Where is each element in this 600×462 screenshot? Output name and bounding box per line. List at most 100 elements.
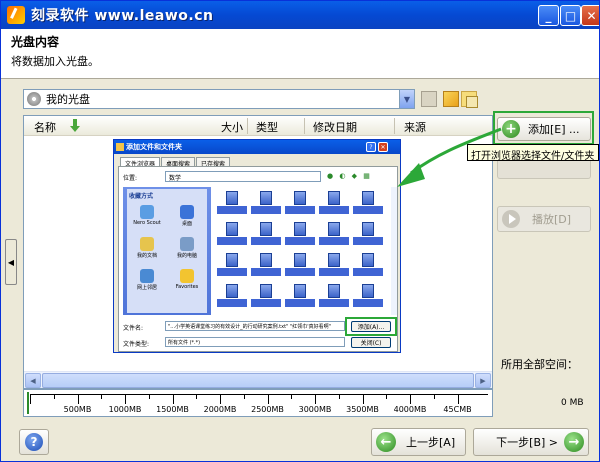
capacity-tick xyxy=(53,395,55,399)
highlight-box xyxy=(493,111,594,145)
dialog-filename-label: 文件名: xyxy=(123,325,144,332)
window-title: 刻录软件 www.leawo.cn xyxy=(31,8,214,24)
dialog-favorites: 收藏方式 Nero Scout 桌面 我的文档 我的电脑 网上邻居 Favori… xyxy=(127,189,207,313)
fav-item: Favorites xyxy=(169,269,205,290)
capacity-tick-label: 4000MB xyxy=(393,405,427,414)
file-thumbnail-icon xyxy=(217,222,247,250)
fav-item: 我的文档 xyxy=(129,237,165,259)
file-thumbnail-icon xyxy=(353,284,383,312)
column-source[interactable]: 来源 xyxy=(404,119,426,135)
capacity-tick xyxy=(315,395,316,404)
main-window: 刻录软件 www.leawo.cn _ □ ✕ 光盘内容 将数据加入光盘。 我的… xyxy=(0,0,600,462)
capacity-start-marker xyxy=(27,392,29,414)
capacity-tick xyxy=(386,395,388,399)
help-icon: ? xyxy=(25,433,43,451)
capacity-tick xyxy=(77,395,79,404)
space-used-value: 0 MB xyxy=(561,398,584,408)
file-thumbnail-icon xyxy=(353,191,383,219)
dialog-file-grid xyxy=(213,187,391,315)
capacity-tick xyxy=(243,395,245,399)
capacity-axis xyxy=(30,394,488,395)
file-thumbnail-icon xyxy=(285,284,315,312)
page-header: 光盘内容 将数据加入光盘。 xyxy=(1,29,599,79)
capacity-tick xyxy=(125,395,126,404)
capacity-tick xyxy=(30,395,31,404)
dialog-filetype-field: 所有文件 (*.*) xyxy=(165,337,345,347)
tooltip: 打开浏览器选择文件/文件夹 xyxy=(467,144,599,162)
desktop-icon xyxy=(180,205,194,219)
secondary-button[interactable] xyxy=(497,161,591,179)
dialog-highlight-box xyxy=(345,317,397,336)
capacity-tick-label: 500MB xyxy=(63,405,92,414)
minimize-button[interactable]: _ xyxy=(538,5,559,26)
drive-icon[interactable] xyxy=(421,91,437,107)
file-thumbnail-icon xyxy=(251,191,281,219)
column-name[interactable]: 名称 xyxy=(34,119,56,135)
capacity-tick xyxy=(101,395,103,399)
help-button[interactable]: ? xyxy=(19,429,49,455)
file-thumbnail-icon xyxy=(319,222,349,250)
fav-item: 网上邻居 xyxy=(129,269,165,291)
play-button-label: 播放[D] xyxy=(532,213,572,226)
scroll-right-icon[interactable]: ▶ xyxy=(475,373,491,388)
new-folder-icon[interactable] xyxy=(443,91,459,107)
capacity-tick-label: 2000MB xyxy=(203,405,237,414)
next-button-label: 下一步[B] > xyxy=(496,436,558,449)
computer-icon xyxy=(180,237,194,251)
network-icon xyxy=(140,269,154,283)
capacity-tick-label: 45CMB xyxy=(443,405,472,414)
disc-select-value: 我的光盘 xyxy=(46,93,90,106)
add-files-dialog-screenshot: 添加文件和文件夹 ? ✕ 文件浏览器 桌面搜索 已存搜索 位置: 数学 ● ◐ … xyxy=(113,139,401,353)
close-button[interactable]: ✕ xyxy=(581,5,599,26)
column-size[interactable]: 大小 xyxy=(221,119,243,135)
capacity-tick-label: 1000MB xyxy=(108,405,142,414)
copy-icon[interactable] xyxy=(461,91,478,108)
space-used-label: 所用全部空间： xyxy=(501,358,578,371)
capacity-tick xyxy=(148,395,150,399)
file-thumbnail-icon xyxy=(251,253,281,281)
dialog-filename-field: "...小学英语课堂练习的有效设计_的行动研究案例.txt" "红领巾'真好看啊… xyxy=(165,321,345,331)
disc-select[interactable]: 我的光盘 xyxy=(23,89,415,109)
previous-button[interactable]: ← 上一步[A] xyxy=(371,428,466,456)
play-icon xyxy=(502,210,520,228)
dialog-left-pane: 收藏方式 Nero Scout 桌面 我的文档 我的电脑 网上邻居 Favori… xyxy=(123,187,211,315)
capacity-tick xyxy=(457,395,459,404)
column-modified[interactable]: 修改日期 xyxy=(313,119,357,135)
file-thumbnail-icon xyxy=(217,253,247,281)
column-divider xyxy=(304,118,305,134)
documents-icon xyxy=(140,237,154,251)
dialog-close-button: 关闭(C) xyxy=(351,337,391,348)
scroll-thumb[interactable] xyxy=(42,373,474,388)
file-thumbnail-icon xyxy=(353,253,383,281)
fav-item: 我的电脑 xyxy=(169,237,205,259)
arrow-left-icon: ← xyxy=(376,432,396,452)
chevron-down-icon[interactable]: ▼ xyxy=(399,89,415,109)
dialog-location-field: 数学 xyxy=(165,171,321,182)
file-thumbnail-icon xyxy=(319,191,349,219)
previous-button-label: 上一步[A] xyxy=(406,436,456,449)
file-thumbnail-icon xyxy=(285,191,315,219)
dialog-app-icon xyxy=(116,143,124,151)
dialog-filetype-label: 文件类型: xyxy=(123,341,150,348)
disc-icon xyxy=(27,92,41,106)
app-logo-icon xyxy=(7,6,25,24)
capacity-tick-label: 3500MB xyxy=(346,405,379,414)
file-thumbnail-icon xyxy=(251,222,281,250)
next-button[interactable]: 下一步[B] > → xyxy=(473,428,589,456)
column-type[interactable]: 类型 xyxy=(256,119,278,135)
dialog-title: 添加文件和文件夹 xyxy=(114,140,400,154)
file-thumbnail-icon xyxy=(251,284,281,312)
star-icon xyxy=(180,269,194,283)
play-button[interactable]: 播放[D] xyxy=(497,206,591,232)
side-panel-toggle[interactable]: ◀ xyxy=(5,239,17,285)
scroll-left-icon[interactable]: ◀ xyxy=(25,373,41,388)
capacity-tick-label: 1500MB xyxy=(156,405,189,414)
maximize-button[interactable]: □ xyxy=(560,5,581,26)
title-bar[interactable]: 刻录软件 www.leawo.cn _ □ ✕ xyxy=(1,1,599,29)
file-thumbnail-icon xyxy=(217,191,247,219)
dialog-location-label: 位置: xyxy=(123,175,138,182)
horizontal-scrollbar[interactable]: ◀ ▶ xyxy=(24,371,492,388)
column-divider xyxy=(247,118,248,134)
page-subtitle: 将数据加入光盘。 xyxy=(11,55,99,68)
sort-arrow-icon xyxy=(70,119,80,133)
